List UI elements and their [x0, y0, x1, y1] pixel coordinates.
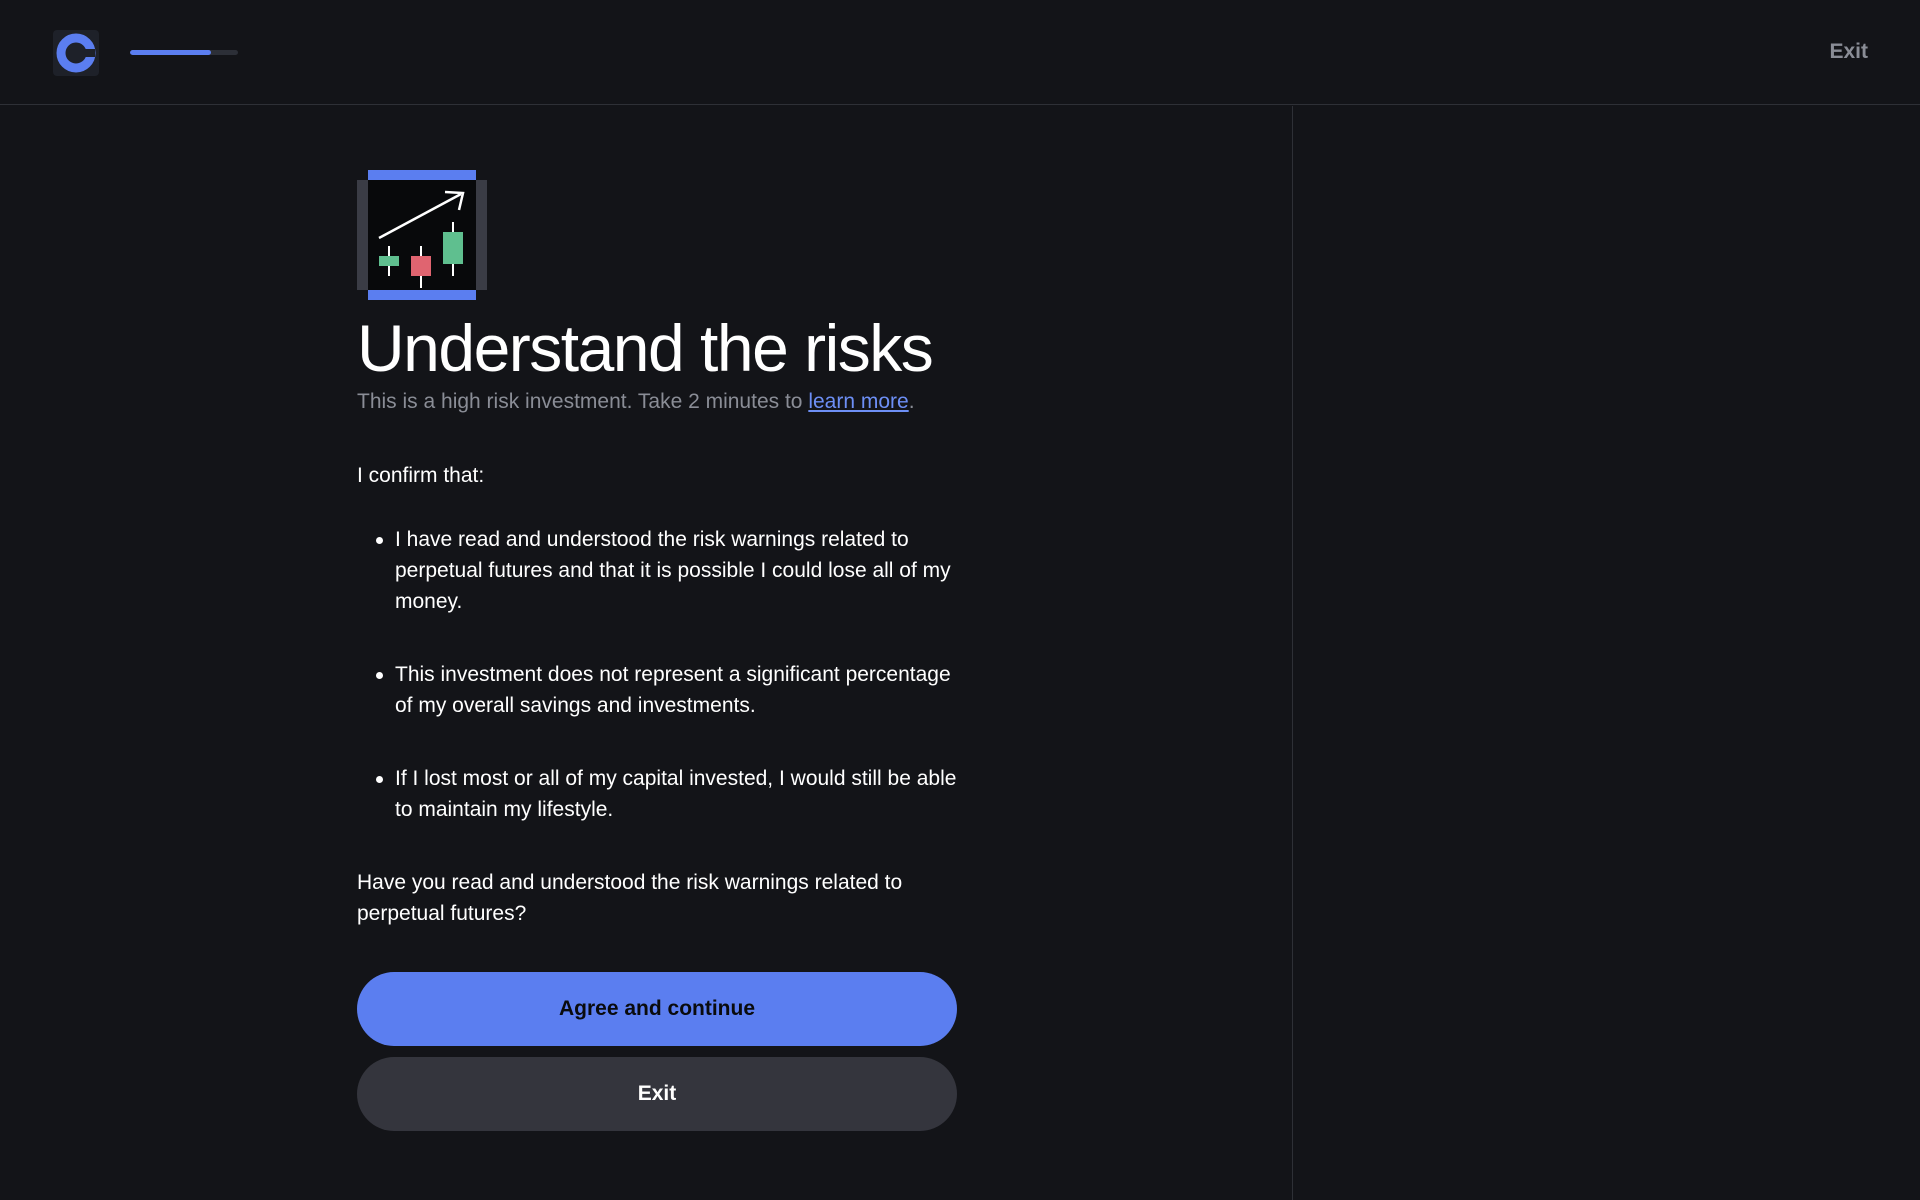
progress-bar-fill: [130, 50, 211, 55]
subtitle-period: .: [908, 390, 915, 413]
confirmation-list: I have read and understood the risk warn…: [357, 524, 957, 825]
agree-and-continue-button[interactable]: Agree and continue: [357, 972, 957, 1046]
page-title: Understand the risks: [357, 311, 934, 385]
top-bar: Exit: [0, 0, 1920, 105]
risk-question: Have you read and understood the risk wa…: [357, 871, 903, 925]
header-exit-link[interactable]: Exit: [1829, 40, 1868, 64]
coinbase-logo-icon[interactable]: [53, 30, 99, 76]
confirmation-item: This investment does not represent a sig…: [357, 659, 957, 721]
candlestick-chart-icon: [357, 170, 487, 300]
risk-disclosure-panel: Understand the risks This is a high risk…: [357, 170, 957, 1131]
confirmation-item: I have read and understood the risk warn…: [357, 524, 957, 617]
learn-more-link[interactable]: learn more: [808, 390, 908, 413]
subtitle-text: This is a high risk investment. Take 2 m…: [357, 390, 809, 413]
exit-button[interactable]: Exit: [357, 1057, 957, 1131]
vertical-divider: [1292, 106, 1293, 1200]
progress-bar: [130, 50, 238, 55]
confirmation-item: If I lost most or all of my capital inve…: [357, 763, 957, 825]
confirm-label: I confirm that:: [357, 464, 485, 487]
page-subtitle: This is a high risk investment. Take 2 m…: [357, 388, 957, 416]
